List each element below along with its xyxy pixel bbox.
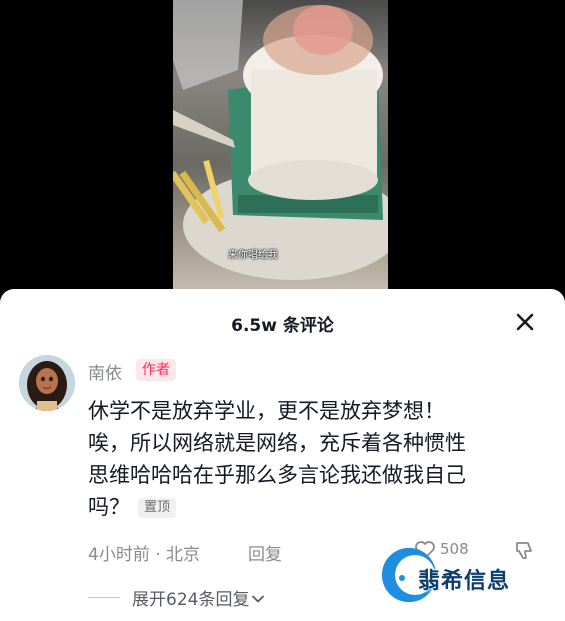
watermark-text: 翡希信息 (418, 568, 511, 594)
expand-divider (88, 597, 120, 598)
avatar[interactable] (19, 355, 75, 411)
video-subtitle: 来你唱给我 (228, 250, 278, 261)
comment-line: 休学不是放弃学业，更不是放弃梦想！ (88, 399, 445, 423)
pinned-badge: 置顶 (138, 498, 177, 518)
comment-time-location: 4小时前 · 北京 (88, 545, 201, 565)
comment-line-with-pin: 吗？ 置顶 (88, 491, 548, 523)
video-player[interactable]: 来你唱给我 (0, 0, 565, 300)
comments-count-title: 6.5w 条评论 (231, 316, 334, 336)
video-scene-image (173, 0, 388, 280)
comment-line: 吗？ (88, 495, 130, 519)
comment-text: 休学不是放弃学业，更不是放弃梦想！ 唉，所以网络就是网络，充斥着各种惯性 思维哈… (88, 395, 548, 523)
comment-author-name[interactable]: 南依 (88, 359, 122, 384)
video-frame (173, 0, 388, 300)
watermark: 翡希信息 (382, 548, 542, 606)
chevron-down-icon (252, 595, 265, 603)
close-button[interactable] (512, 309, 538, 335)
author-badge: 作者 (136, 359, 176, 381)
reply-button[interactable]: 回复 (248, 540, 282, 565)
comment-line: 思维哈哈哈在乎那么多言论我还做我自己 (88, 463, 466, 487)
expand-replies-label: 展开624条回复 (132, 590, 250, 610)
close-icon (516, 313, 534, 331)
avatar-image (19, 355, 75, 411)
comment-line: 唉，所以网络就是网络，充斥着各种惯性 (88, 431, 466, 455)
expand-replies-button[interactable]: 展开624条回复 (132, 585, 265, 610)
